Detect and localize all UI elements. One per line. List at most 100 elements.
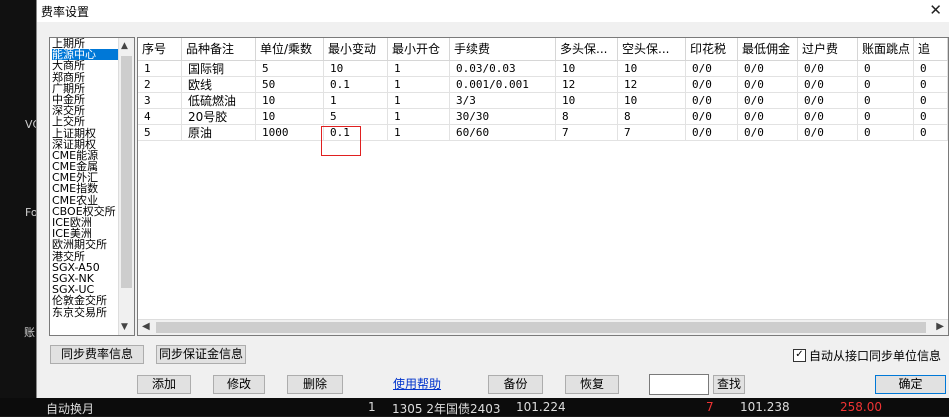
column-header[interactable]: 手续费 (450, 38, 556, 60)
table-cell: 0/0 (738, 77, 798, 93)
column-header[interactable]: 追 (914, 38, 948, 60)
table-cell: 1 (324, 93, 388, 109)
table-cell: 60/60 (450, 125, 556, 141)
table-cell: 0 (858, 93, 914, 109)
scroll-thumb[interactable] (121, 56, 132, 288)
bg-index: 1 (368, 400, 376, 414)
close-icon[interactable]: ✕ (929, 1, 942, 19)
bg-qty: 7 (706, 400, 714, 414)
chevron-right-icon[interactable]: ▶ (936, 321, 944, 332)
exchange-item[interactable]: 上证期权 (52, 127, 118, 139)
exchange-item[interactable]: CME指数 (52, 183, 118, 194)
table-cell: 0/0 (686, 77, 738, 93)
table-cell: 8 (618, 109, 686, 125)
sync-rate-button[interactable]: 同步费率信息 (50, 345, 144, 364)
table-row[interactable]: 1 国际铜 5 10 1 0.03/0.03 10 10 0/0 0/0 0/0 0 0 (138, 61, 948, 77)
table-cell: 0/0 (686, 125, 738, 141)
table-cell: 50 (256, 77, 324, 93)
table-cell: 0 (914, 61, 948, 77)
table-cell: 低硫燃油 (182, 93, 256, 109)
red-highlight-box (321, 126, 361, 156)
backup-button[interactable]: 备份 (488, 375, 543, 394)
column-header[interactable]: 账面跳点 (858, 38, 914, 60)
column-header[interactable]: 过户费 (798, 38, 858, 60)
table-cell: 0 (858, 125, 914, 141)
table-cell: 10 (556, 61, 618, 77)
column-header[interactable]: 品种备注 (182, 38, 256, 60)
column-header[interactable]: 印花税 (686, 38, 738, 60)
table-cell: 1 (388, 109, 450, 125)
sync-margin-button[interactable]: 同步保证金信息 (156, 345, 246, 364)
background-app-bottom: 自动换月 1 1305 2年国债2403 101.224 7 101.238 2… (0, 398, 949, 416)
table-row[interactable]: 5 原油 1000 0.1 1 60/60 7 7 0/0 0/0 0/0 0 0 (138, 125, 948, 141)
table-cell: 5 (324, 109, 388, 125)
exchange-item[interactable]: 欧洲期交所 (52, 239, 118, 250)
chevron-down-icon[interactable]: ▼ (121, 322, 128, 332)
table-cell: 7 (556, 125, 618, 141)
table-cell: 0.001/0.001 (450, 77, 556, 93)
restore-button[interactable]: 恢复 (565, 375, 619, 394)
table-cell: 0 (914, 77, 948, 93)
column-header[interactable]: 单位/乘数 (256, 38, 324, 60)
table-cell: 0/0 (798, 77, 858, 93)
table-cell: 4 (138, 109, 182, 125)
table-cell: 欧线 (182, 77, 256, 93)
column-header[interactable]: 最低佣金 (738, 38, 798, 60)
table-cell: 10 (618, 93, 686, 109)
table-cell: 0/0 (798, 125, 858, 141)
table-cell: 0.1 (324, 77, 388, 93)
table-cell: 1 (388, 77, 450, 93)
hscroll-thumb[interactable] (156, 322, 926, 333)
table-cell: 0/0 (798, 93, 858, 109)
column-header[interactable]: 空头保... (618, 38, 686, 60)
table-cell: 10 (556, 93, 618, 109)
search-button[interactable]: 查找 (713, 375, 745, 394)
checkbox-box[interactable]: ✓ (793, 349, 806, 362)
table-cell: 1 (388, 61, 450, 77)
table-cell: 1000 (256, 125, 324, 141)
exchange-list-scrollbar[interactable]: ▲ ▼ (118, 38, 134, 335)
table-hscrollbar[interactable]: ◀ ▶ (138, 319, 948, 335)
dialog-titlebar: 费率设置 ✕ (37, 0, 949, 22)
fee-table[interactable]: 序号 品种备注 单位/乘数 最小变动 最小开仓 手续费 多头保... 空头保... 印花税 最低佣… (137, 37, 949, 336)
exchange-item[interactable]: 伦敦金交所 (52, 295, 118, 306)
exchange-item[interactable]: 东京交易所 (52, 306, 118, 318)
bg-value: 258.00 (840, 400, 882, 414)
table-cell: 8 (556, 109, 618, 125)
table-cell: 0/0 (798, 109, 858, 125)
column-header[interactable]: 最小变动 (324, 38, 388, 60)
table-cell: 0 (858, 61, 914, 77)
auto-sync-label: 自动从接口同步单位信息 (809, 349, 942, 363)
bg-auto-switch: 自动换月 (46, 402, 95, 416)
help-link[interactable]: 使用帮助 (393, 375, 441, 392)
search-input[interactable] (649, 374, 709, 395)
table-cell: 0 (914, 109, 948, 125)
table-cell: 1 (138, 61, 182, 77)
chevron-up-icon[interactable]: ▲ (121, 41, 128, 51)
exchange-item[interactable]: 上交所 (52, 116, 118, 127)
exchange-item[interactable]: 大商所 (52, 60, 118, 71)
table-row[interactable]: 3 低硫燃油 10 1 1 3/3 10 10 0/0 0/0 0/0 0 0 (138, 93, 948, 109)
table-cell: 0/0 (686, 93, 738, 109)
ok-button[interactable]: 确定 (875, 375, 946, 394)
modify-button[interactable]: 修改 (213, 375, 265, 394)
exchange-list[interactable]: 上期所 能源中心 大商所 郑商所 广期所 中金所 深交所 上交所 上证期权 深证期权 CME能源 CM… (49, 37, 135, 336)
column-header[interactable]: 最小开仓 (388, 38, 450, 60)
table-cell: 12 (618, 77, 686, 93)
table-header: 序号 品种备注 单位/乘数 最小变动 最小开仓 手续费 多头保... 空头保... 印花税 最低佣… (138, 38, 948, 61)
bg-price2: 101.238 (740, 400, 790, 414)
add-button[interactable]: 添加 (137, 375, 191, 394)
table-row[interactable]: 4 20号胶 10 5 1 30/30 8 8 0/0 0/0 0/0 0 0 (138, 109, 948, 125)
column-header[interactable]: 序号 (138, 38, 182, 60)
table-cell: 2 (138, 77, 182, 93)
bg-text-zhang: 账 (24, 326, 35, 339)
table-row[interactable]: 2 欧线 50 0.1 1 0.001/0.001 12 12 0/0 0/0 0/0 0 0 (138, 77, 948, 93)
column-header[interactable]: 多头保... (556, 38, 618, 60)
delete-button[interactable]: 删除 (287, 375, 343, 394)
table-cell: 0 (858, 77, 914, 93)
table-cell: 0/0 (686, 109, 738, 125)
table-cell: 10 (256, 109, 324, 125)
table-cell: 0/0 (686, 61, 738, 77)
chevron-left-icon[interactable]: ◀ (142, 321, 150, 332)
auto-sync-checkbox[interactable]: ✓ 自动从接口同步单位信息 (793, 347, 941, 364)
